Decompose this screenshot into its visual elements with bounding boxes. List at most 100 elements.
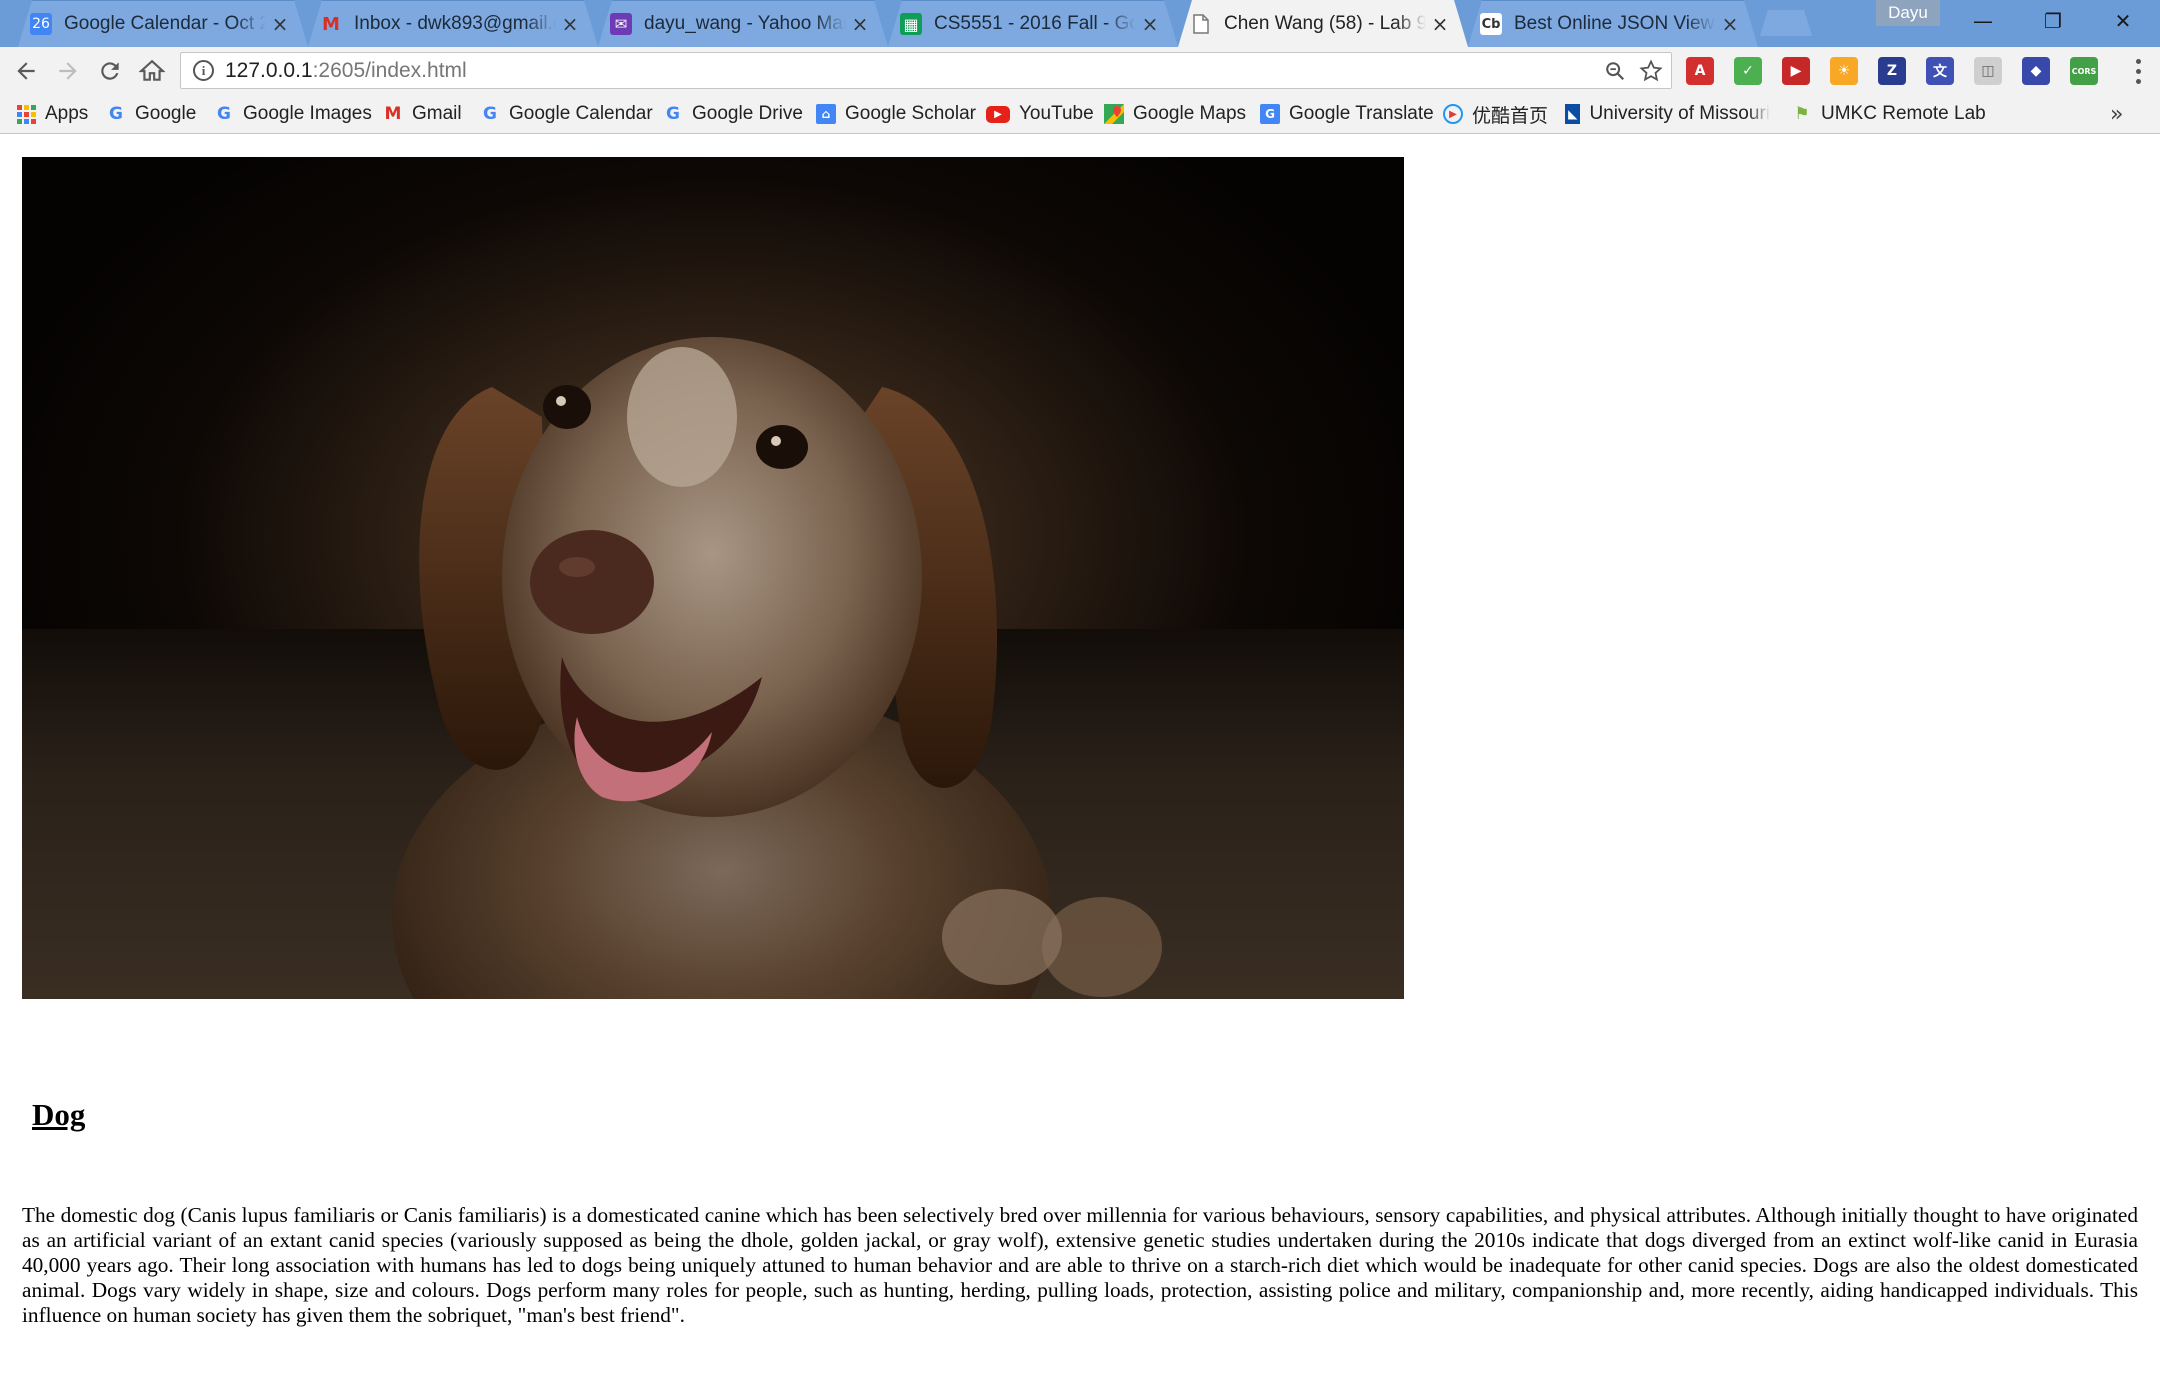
tab-yahoo-mail[interactable]: ✉ dayu_wang - Yahoo Mail × bbox=[598, 0, 888, 47]
umkc-icon: ◣ bbox=[1565, 104, 1581, 124]
close-icon[interactable]: × bbox=[266, 12, 294, 36]
bookmark-google-scholar[interactable]: ⌂ Google Scholar bbox=[816, 94, 976, 134]
google-icon: G bbox=[217, 104, 231, 124]
forward-button[interactable] bbox=[50, 53, 86, 89]
tab-title: Inbox - dwk893@gmail.com bbox=[354, 13, 556, 34]
minimize-button[interactable]: — bbox=[1948, 0, 2018, 42]
sheets-icon: ▦ bbox=[900, 13, 922, 35]
youku-icon: ▶ bbox=[1443, 104, 1463, 124]
home-icon bbox=[139, 59, 165, 81]
gmail-icon: M bbox=[322, 13, 340, 35]
bookmark-label: Google Maps bbox=[1133, 103, 1247, 124]
bookmark-label: Google bbox=[135, 103, 197, 124]
page-paragraph: The domestic dog (Canis lupus familiaris… bbox=[22, 1203, 2138, 1327]
bookmark-label: Google Translate bbox=[1289, 103, 1434, 124]
home-button[interactable] bbox=[134, 53, 170, 89]
bookmark-university-of-missouri[interactable]: ◣ University of Missouri bbox=[1565, 94, 1770, 134]
bookmark-label: Google Scholar bbox=[845, 103, 976, 124]
video-extension-icon[interactable]: ▶ bbox=[1782, 57, 1810, 85]
tab-google-sheets[interactable]: ▦ CS5551 - 2016 Fall - Google Sheets × bbox=[888, 0, 1178, 47]
tab-title: CS5551 - 2016 Fall - Google Sheets bbox=[934, 13, 1136, 34]
dictionary-extension-icon[interactable]: 文 bbox=[1926, 57, 1954, 85]
close-icon[interactable]: × bbox=[556, 12, 584, 36]
bookmark-label: YouTube bbox=[1019, 103, 1094, 124]
bookmark-label: Google Drive bbox=[692, 103, 803, 124]
reload-button[interactable] bbox=[92, 53, 128, 89]
google-icon: G bbox=[483, 104, 497, 124]
bookmark-label: Apps bbox=[45, 103, 89, 124]
weather-extension-icon[interactable]: ☀ bbox=[1830, 57, 1858, 85]
tab-title: Google Calendar - Oct 26, 2016 bbox=[64, 13, 266, 34]
youtube-icon: ▶ bbox=[986, 105, 1010, 123]
bookmarks-bar: Apps G Google G Google Images M Gmail G … bbox=[0, 94, 2160, 134]
gmail-icon: M bbox=[384, 104, 402, 124]
bookmark-google-calendar[interactable]: G Google Calendar bbox=[480, 94, 653, 134]
tab-google-calendar[interactable]: 26 Google Calendar - Oct 26, 2016 × bbox=[18, 0, 308, 47]
tab-title: Best Online JSON Viewer bbox=[1514, 13, 1716, 34]
document-icon bbox=[1190, 13, 1212, 35]
info-icon[interactable]: i bbox=[193, 60, 214, 81]
new-tab-button[interactable] bbox=[1760, 10, 1812, 36]
browser-toolbar: i 127.0.0.1:2605/index.html A ✓ ▶ ☀ Z 文 … bbox=[0, 47, 2160, 94]
reload-icon bbox=[101, 62, 119, 80]
restore-button[interactable]: ❐ bbox=[2018, 0, 2088, 42]
calendar-icon: 26 bbox=[30, 13, 52, 35]
bookmark-apps[interactable]: Apps bbox=[16, 94, 88, 134]
evernote-extension-icon[interactable]: ◆ bbox=[2022, 57, 2050, 85]
bookmark-gmail[interactable]: M Gmail bbox=[383, 94, 462, 134]
dog-illustration bbox=[392, 337, 1162, 999]
window-close-button[interactable]: ✕ bbox=[2088, 0, 2158, 42]
bookmark-google-translate[interactable]: G Google Translate bbox=[1260, 94, 1434, 134]
bookmark-label: University of Missouri bbox=[1589, 103, 1770, 124]
yahoo-mail-icon: ✉ bbox=[610, 13, 632, 35]
tab-gmail-inbox[interactable]: M Inbox - dwk893@gmail.com × bbox=[308, 0, 598, 47]
acrobat-extension-icon[interactable]: A bbox=[1686, 57, 1714, 85]
bookmark-label: UMKC Remote Lab bbox=[1821, 103, 1986, 124]
bookmark-label: Google Calendar bbox=[509, 103, 653, 124]
bookmark-umkc-remote-lab[interactable]: ⚑ UMKC Remote Lab bbox=[1792, 94, 1986, 134]
bookmark-google[interactable]: G Google bbox=[106, 94, 196, 134]
back-arrow-icon bbox=[17, 62, 35, 80]
ublock-extension-icon[interactable]: ✓ bbox=[1734, 57, 1762, 85]
address-bar[interactable]: i 127.0.0.1:2605/index.html bbox=[180, 52, 1672, 89]
google-scholar-icon: ⌂ bbox=[816, 104, 836, 124]
forward-arrow-icon bbox=[59, 62, 77, 80]
bookmark-star-icon[interactable] bbox=[1637, 57, 1665, 85]
bookmark-google-maps[interactable]: Google Maps bbox=[1104, 94, 1246, 134]
google-icon: G bbox=[666, 104, 680, 124]
google-maps-icon bbox=[1104, 104, 1124, 124]
tab-lab-9[interactable]: Chen Wang (58) - Lab 9 × bbox=[1178, 0, 1468, 47]
tab-title: dayu_wang - Yahoo Mail bbox=[644, 13, 846, 34]
address-url[interactable]: 127.0.0.1:2605/index.html bbox=[225, 59, 467, 83]
bookmark-youku[interactable]: ▶ 优酷首页 bbox=[1443, 94, 1548, 134]
close-icon[interactable]: × bbox=[1716, 12, 1744, 36]
bookmark-google-images[interactable]: G Google Images bbox=[214, 94, 372, 134]
profile-button[interactable]: Dayu bbox=[1876, 0, 1940, 26]
tab-json-viewer[interactable]: Cb Best Online JSON Viewer × bbox=[1468, 0, 1758, 47]
tab-title: Chen Wang (58) - Lab 9 bbox=[1224, 12, 1426, 34]
close-icon[interactable]: × bbox=[846, 12, 874, 36]
chrome-menu-button[interactable] bbox=[2126, 55, 2150, 87]
screenshot-extension-icon[interactable]: ◫ bbox=[1974, 57, 2002, 85]
remote-lab-icon: ⚑ bbox=[1794, 104, 1810, 124]
codebeautify-icon: Cb bbox=[1480, 13, 1502, 35]
back-button[interactable] bbox=[8, 53, 44, 89]
cors-extension-icon[interactable]: CORS bbox=[2070, 57, 2098, 85]
bookmark-youtube[interactable]: ▶ YouTube bbox=[986, 94, 1094, 134]
google-translate-icon: G bbox=[1260, 104, 1280, 124]
google-icon: G bbox=[109, 104, 123, 124]
tab-strip: 26 Google Calendar - Oct 26, 2016 × M In… bbox=[0, 0, 2160, 47]
zoom-icon[interactable] bbox=[1601, 57, 1629, 85]
apps-grid-icon bbox=[16, 104, 36, 124]
bookmarks-overflow-button[interactable]: » bbox=[2110, 94, 2123, 134]
close-icon[interactable]: × bbox=[1426, 12, 1454, 36]
bookmark-label: 优酷首页 bbox=[1472, 105, 1549, 127]
bookmark-label: Google Images bbox=[243, 103, 372, 124]
page-heading: Dog bbox=[32, 1097, 86, 1132]
page-content: Dog The domestic dog (Canis lupus famili… bbox=[0, 134, 2160, 1380]
bookmark-label: Gmail bbox=[412, 103, 462, 124]
zotero-extension-icon[interactable]: Z bbox=[1878, 57, 1906, 85]
dog-photo bbox=[22, 157, 1404, 999]
bookmark-google-drive[interactable]: G Google Drive bbox=[663, 94, 803, 134]
close-icon[interactable]: × bbox=[1136, 12, 1164, 36]
